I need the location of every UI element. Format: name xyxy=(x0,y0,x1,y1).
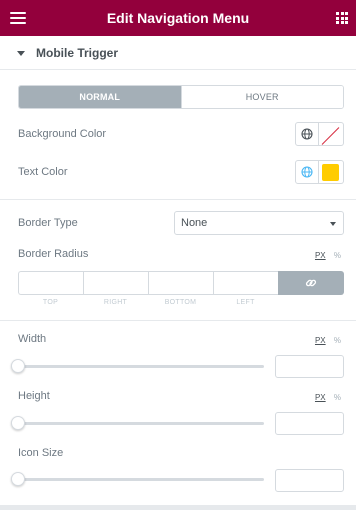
icon-size-label: Icon Size xyxy=(18,447,64,459)
panel-header: Edit Navigation Menu xyxy=(0,0,356,36)
unit-px[interactable]: PX xyxy=(315,336,326,345)
width-input[interactable] xyxy=(275,355,344,378)
height-slider-track[interactable] xyxy=(18,422,264,425)
border-type-label: Border Type xyxy=(18,217,78,229)
background-color-swatch[interactable] xyxy=(319,122,344,146)
border-radius-units: PX % xyxy=(309,251,341,260)
unit-px[interactable]: PX xyxy=(315,251,326,260)
unit-percent[interactable]: % xyxy=(334,393,341,402)
panel-footer-edge xyxy=(0,505,356,510)
label-bottom: BOTTOM xyxy=(164,299,197,306)
unit-percent[interactable]: % xyxy=(334,251,341,260)
divider xyxy=(0,199,356,200)
width-units: PX % xyxy=(309,336,341,345)
label-top: TOP xyxy=(42,299,59,306)
radius-top-input[interactable] xyxy=(18,271,83,295)
width-slider-track[interactable] xyxy=(18,365,264,368)
width-label: Width xyxy=(18,333,47,345)
tab-hover[interactable]: HOVER xyxy=(180,86,343,108)
radius-left-input[interactable] xyxy=(213,271,278,295)
border-radius-dimensions xyxy=(18,271,344,295)
icon-size-slider-handle[interactable] xyxy=(11,472,25,486)
background-color-control xyxy=(295,122,344,146)
border-type-select[interactable]: None xyxy=(174,211,344,235)
radius-bottom-input[interactable] xyxy=(148,271,213,295)
height-units: PX % xyxy=(309,393,341,402)
label-right: RIGHT xyxy=(103,299,128,306)
border-type-value: None xyxy=(181,217,208,229)
icon-size-input[interactable] xyxy=(275,469,344,492)
unit-percent[interactable]: % xyxy=(334,336,341,345)
border-radius-label: Border Radius xyxy=(18,248,89,260)
height-input[interactable] xyxy=(275,412,344,435)
chevron-down-icon xyxy=(330,222,336,226)
section-title: Mobile Trigger xyxy=(36,46,119,60)
height-label: Height xyxy=(18,390,50,402)
panel-title: Edit Navigation Menu xyxy=(106,10,250,26)
text-color-swatch[interactable] xyxy=(319,160,344,184)
link-values-button[interactable] xyxy=(278,271,344,295)
text-color-control xyxy=(295,160,344,184)
unit-px[interactable]: PX xyxy=(315,393,326,402)
icon-size-slider-track[interactable] xyxy=(18,478,264,481)
grid-icon[interactable] xyxy=(336,12,348,24)
width-slider-handle[interactable] xyxy=(11,359,25,373)
text-color-label: Text Color xyxy=(18,166,68,178)
state-tabs: NORMAL HOVER xyxy=(18,85,344,109)
caret-down-icon xyxy=(17,51,25,56)
label-left: LEFT xyxy=(236,299,255,306)
radius-right-input[interactable] xyxy=(83,271,148,295)
divider xyxy=(0,320,356,321)
tab-normal[interactable]: NORMAL xyxy=(19,86,181,108)
globe-icon[interactable] xyxy=(295,160,319,184)
background-color-label: Background Color xyxy=(18,128,107,140)
globe-icon[interactable] xyxy=(295,122,319,146)
link-icon xyxy=(305,279,317,287)
section-header-mobile-trigger[interactable]: Mobile Trigger xyxy=(0,36,356,70)
dimension-labels: TOP RIGHT BOTTOM LEFT xyxy=(18,299,279,306)
text-color-fill xyxy=(322,164,339,181)
height-slider-handle[interactable] xyxy=(11,416,25,430)
